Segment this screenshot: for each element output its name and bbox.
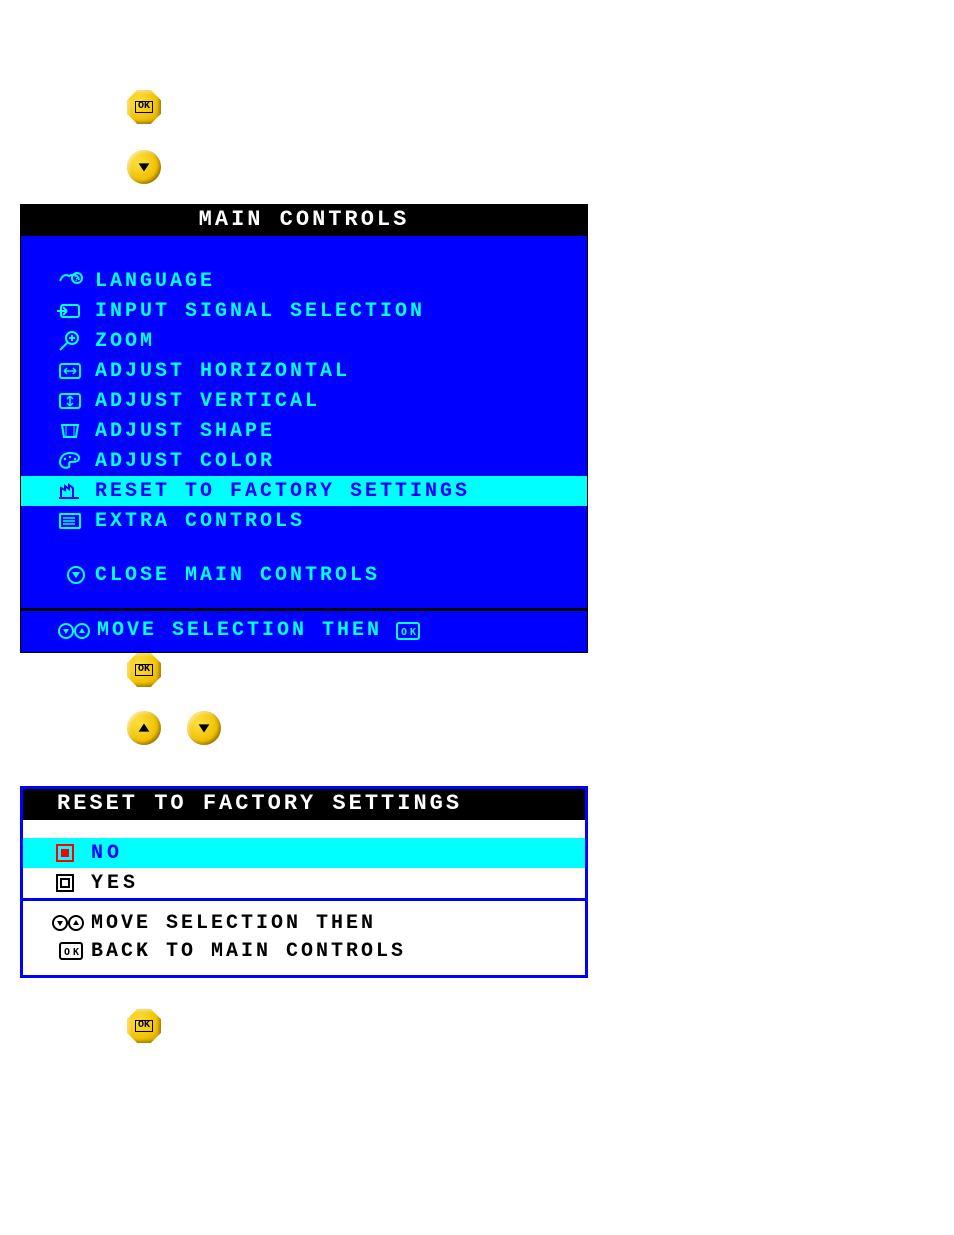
option-marker-icon <box>55 873 91 893</box>
ok-button-icon[interactable]: OK <box>127 653 161 687</box>
reset-factory-panel: RESET TO FACTORY SETTINGS NO YES MOVE SE… <box>20 786 588 978</box>
option-no[interactable]: NO <box>23 838 585 868</box>
menu-label: ADJUST SHAPE <box>95 420 275 443</box>
ok-button-icon[interactable]: OK <box>127 90 161 124</box>
menu-item-reset-factory[interactable]: RESET TO FACTORY SETTINGS <box>21 476 587 506</box>
menu-item-adjust-horizontal[interactable]: ADJUST HORIZONTAL <box>21 356 587 386</box>
footer-text: MOVE SELECTION THEN <box>97 619 382 642</box>
down-button-icon[interactable] <box>187 711 221 745</box>
extra-controls-icon <box>57 509 95 533</box>
menu-item-extra-controls[interactable]: EXTRA CONTROLS <box>21 506 587 536</box>
menu-label: INPUT SIGNAL SELECTION <box>95 300 425 323</box>
footer-line1: MOVE SELECTION THEN <box>91 912 376 935</box>
menu-item-language[interactable]: ? LANGUAGE <box>21 266 587 296</box>
options-list: NO YES <box>23 820 585 898</box>
up-down-icon <box>57 621 97 641</box>
option-marker-selected-icon <box>55 843 91 863</box>
menu-item-close[interactable]: CLOSE MAIN CONTROLS <box>21 560 587 590</box>
vertical-icon <box>57 389 95 413</box>
ok-label: OK <box>135 1020 153 1032</box>
menu-label: CLOSE MAIN CONTROLS <box>95 564 380 587</box>
factory-icon <box>57 479 95 503</box>
menu-item-adjust-vertical[interactable]: ADJUST VERTICAL <box>21 386 587 416</box>
svg-text:OK: OK <box>64 947 82 958</box>
svg-text:?: ? <box>74 275 79 284</box>
menu-label: EXTRA CONTROLS <box>95 510 305 533</box>
horizontal-icon <box>57 359 95 383</box>
menu-label: RESET TO FACTORY SETTINGS <box>95 480 470 503</box>
menu-label: ADJUST VERTICAL <box>95 390 320 413</box>
menu-label: ZOOM <box>95 330 155 353</box>
footer-line2: BACK TO MAIN CONTROLS <box>91 940 406 963</box>
menu-list: ? LANGUAGE INPUT SIGNAL SELECTION ZOOM A… <box>21 236 587 590</box>
ok-label: OK <box>135 101 153 113</box>
triangle-down-icon <box>195 719 213 737</box>
ok-icon: OK <box>396 622 420 640</box>
menu-label: LANGUAGE <box>95 270 215 293</box>
option-label: YES <box>91 872 139 895</box>
menu-item-adjust-shape[interactable]: ADJUST SHAPE <box>21 416 587 446</box>
shape-icon <box>57 419 95 443</box>
up-button-icon[interactable] <box>127 711 161 745</box>
ok-label: OK <box>135 664 153 676</box>
option-label: NO <box>91 842 123 865</box>
panel-title: RESET TO FACTORY SETTINGS <box>23 789 585 820</box>
zoom-icon <box>57 329 95 353</box>
language-icon: ? <box>57 269 95 293</box>
close-icon <box>65 563 95 587</box>
ok-icon: OK <box>51 942 91 960</box>
menu-label: ADJUST HORIZONTAL <box>95 360 350 383</box>
menu-item-zoom[interactable]: ZOOM <box>21 326 587 356</box>
up-down-icon <box>51 913 91 933</box>
svg-text:OK: OK <box>401 627 419 638</box>
color-icon <box>57 449 95 473</box>
main-controls-panel: MAIN CONTROLS ? LANGUAGE INPUT SIGNAL SE… <box>20 204 588 653</box>
ok-button-icon[interactable]: OK <box>127 1009 161 1043</box>
menu-item-input-signal[interactable]: INPUT SIGNAL SELECTION <box>21 296 587 326</box>
triangle-down-icon <box>135 158 153 176</box>
menu-item-adjust-color[interactable]: ADJUST COLOR <box>21 446 587 476</box>
panel-footer: MOVE SELECTION THEN OK <box>21 608 587 652</box>
down-button-icon[interactable] <box>127 150 161 184</box>
panel-footer: MOVE SELECTION THEN OK BACK TO MAIN CONT… <box>23 898 585 975</box>
option-yes[interactable]: YES <box>23 868 585 898</box>
menu-label: ADJUST COLOR <box>95 450 275 473</box>
panel-title: MAIN CONTROLS <box>21 205 587 236</box>
triangle-up-icon <box>135 719 153 737</box>
input-signal-icon <box>57 299 95 323</box>
